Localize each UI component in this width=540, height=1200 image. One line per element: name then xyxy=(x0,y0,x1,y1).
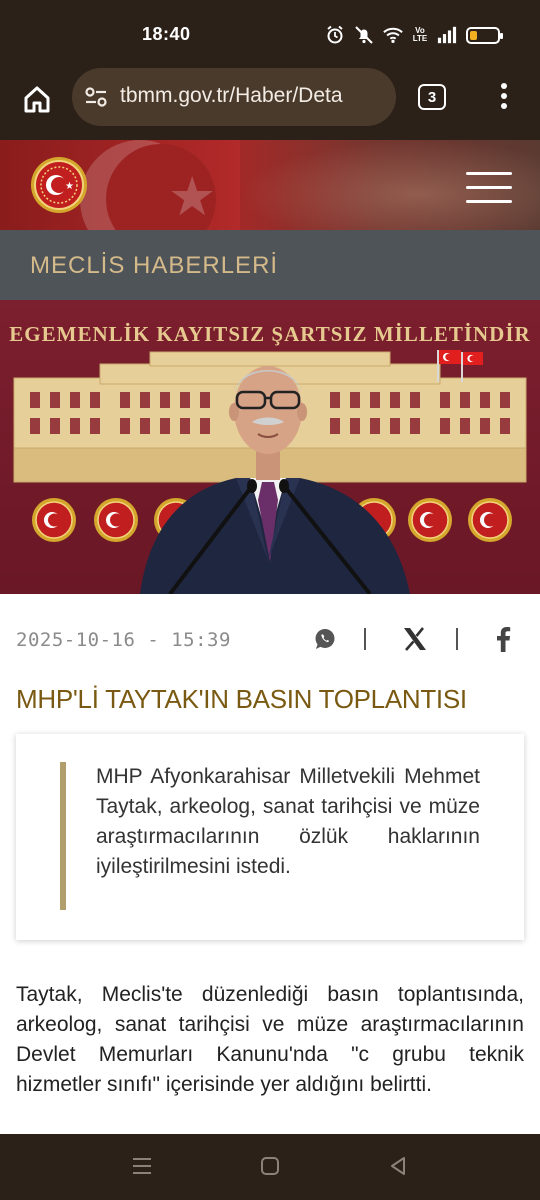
signal-icon xyxy=(437,25,457,45)
article-meta-row: 2025-10-16 - 15:39 xyxy=(0,620,540,660)
article-summary: MHP Afyonkarahisar Milletvekili Mehmet T… xyxy=(96,765,480,878)
share-x-button[interactable] xyxy=(400,624,430,654)
hero-motto: EGEMENLİK KAYITSIZ ŞARTSIZ MİLLETİNDİR xyxy=(9,322,531,346)
summary-accent-bar xyxy=(60,762,66,910)
wifi-icon xyxy=(383,25,403,45)
recents-menu-icon[interactable] xyxy=(130,1154,154,1178)
status-time: 18:40 xyxy=(142,24,191,44)
url-text[interactable]: tbmm.gov.tr/Haber/Deta xyxy=(120,84,390,110)
share-separator xyxy=(456,628,458,650)
facebook-icon xyxy=(497,627,511,652)
home-icon xyxy=(24,86,50,113)
home-nav-icon[interactable] xyxy=(258,1154,282,1178)
browser-menu-button[interactable] xyxy=(492,80,516,114)
alarm-icon xyxy=(325,25,345,45)
mute-icon xyxy=(354,25,374,45)
article-title: MHP'Lİ TAYTAK'IN BASIN TOPLANTISI xyxy=(16,684,467,714)
system-navigation-bar xyxy=(0,1134,540,1200)
share-facebook-button[interactable] xyxy=(488,624,518,654)
x-icon xyxy=(404,627,426,651)
home-button[interactable] xyxy=(20,82,54,116)
browser-toolbar: tbmm.gov.tr/Haber/Deta 3 xyxy=(0,68,540,140)
article-hero-image: EGEMENLİK KAYITSIZ ŞARTSIZ MİLLETİNDİR xyxy=(0,300,540,594)
volte-icon: Vo LTE xyxy=(412,26,428,43)
article-date: 2025-10-16 - 15:39 xyxy=(16,629,231,651)
article-body: Taytak, Meclis'te düzenlediği basın topl… xyxy=(16,983,524,1096)
article-summary-card: MHP Afyonkarahisar Milletvekili Mehmet T… xyxy=(16,734,524,940)
status-bar: 18:40 Vo LTE xyxy=(0,0,540,68)
site-header: ★ ★ xyxy=(0,140,540,230)
section-title: MECLİS HABERLERİ xyxy=(30,252,279,279)
back-nav-icon[interactable] xyxy=(386,1154,410,1178)
share-separator xyxy=(364,628,366,650)
site-settings-icon[interactable] xyxy=(84,86,108,108)
section-banner: MECLİS HABERLERİ xyxy=(0,230,540,300)
svg-text:★: ★ xyxy=(65,181,74,192)
tab-switcher-button[interactable]: 3 xyxy=(418,84,446,110)
whatsapp-icon xyxy=(315,629,335,649)
share-whatsapp-button[interactable] xyxy=(310,624,340,654)
tbmm-logo[interactable]: ★ xyxy=(30,156,88,214)
battery-icon xyxy=(466,26,503,44)
address-bar[interactable]: tbmm.gov.tr/Haber/Deta xyxy=(72,68,396,126)
hamburger-menu-button[interactable] xyxy=(466,172,512,204)
flag-star-decoration: ★ xyxy=(168,167,217,227)
status-icons: Vo LTE xyxy=(325,25,503,45)
